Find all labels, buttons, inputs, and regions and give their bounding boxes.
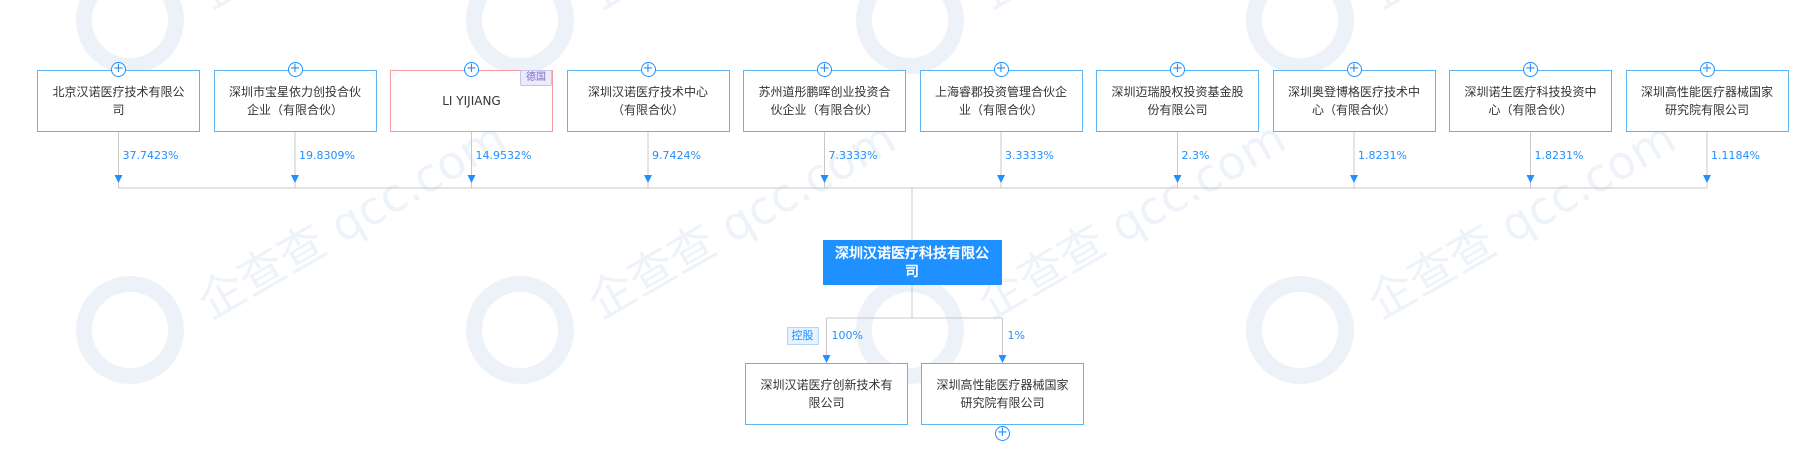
subsidiary-node[interactable]: 深圳高性能医疗器械国家研究院有限公司: [921, 363, 1084, 425]
expand-subsidiary-icon[interactable]: +: [995, 425, 1010, 441]
shareholder-name: 深圳高性能医疗器械国家研究院有限公司: [1640, 85, 1773, 117]
shareholder-node[interactable]: LI YIJIANG 德国: [390, 70, 553, 132]
arrow-head: [1173, 175, 1182, 183]
shareholder-node[interactable]: 北京汉诺医疗技术有限公司: [37, 70, 200, 132]
shareholder-name: 深圳诺生医疗科技投资中心（有限合伙）: [1464, 85, 1597, 117]
arrow-head: [291, 175, 299, 183]
expand-shareholder-icon[interactable]: +: [1346, 61, 1362, 77]
shareholding-percent: 1.8231%: [1534, 149, 1584, 162]
shareholder-name: 深圳市宝星依力创投合伙企业（有限合伙）: [228, 85, 361, 117]
shareholding-percent: 3.3333%: [1005, 149, 1054, 162]
shareholder-node[interactable]: 深圳奥登博格医疗技术中心（有限合伙）: [1272, 70, 1436, 132]
shareholder-name: 上海睿郡投资管理合伙企业（有限合伙）: [934, 85, 1067, 117]
expand-shareholder-icon[interactable]: +: [287, 61, 303, 77]
expand-shareholder-icon[interactable]: +: [817, 61, 832, 77]
arrow-head: [998, 355, 1007, 363]
expand-shareholder-icon[interactable]: +: [464, 61, 479, 77]
target-company-node[interactable]: 深圳汉诺医疗科技有限公司: [822, 240, 1002, 285]
shareholding-percent: 1.1184%: [1711, 149, 1760, 162]
shareholding-percent: 1.8231%: [1358, 149, 1407, 162]
subsidiary-node[interactable]: 深圳汉诺医疗创新技术有限公司: [745, 363, 908, 425]
expand-shareholder-icon[interactable]: +: [1699, 61, 1715, 77]
shareholder-name: 深圳迈瑞股权投资基金股份有限公司: [1111, 85, 1244, 117]
subsidiary-name: 深圳高性能医疗器械国家研究院有限公司: [936, 378, 1069, 410]
shareholder-name: LI YIJIANG: [442, 94, 501, 108]
subsidiary-name: 深圳汉诺医疗创新技术有限公司: [760, 378, 893, 410]
shareholding-percent: 14.9532%: [475, 149, 532, 162]
arrow-head: [820, 175, 829, 183]
shareholder-name: 苏州道彤鹏晖创业投资合伙企业（有限合伙）: [758, 85, 891, 117]
shareholding-percent: 2.3%: [1181, 149, 1210, 162]
arrow-head: [997, 175, 1005, 183]
arrow-head: [822, 355, 831, 363]
expand-shareholder-icon[interactable]: +: [640, 61, 656, 77]
shareholding-percent: 7.3333%: [828, 149, 878, 162]
shareholding-percent: 9.7424%: [652, 149, 701, 162]
expand-shareholder-icon[interactable]: +: [1523, 61, 1538, 77]
shareholder-name: 北京汉诺医疗技术有限公司: [52, 85, 185, 117]
arrow-head: [644, 175, 652, 183]
shareholding-percent: 19.8309%: [299, 149, 355, 162]
holding-badge: 控股: [786, 327, 819, 345]
arrow-head: [1526, 175, 1535, 183]
arrow-head: [1350, 175, 1358, 183]
shareholder-node[interactable]: 上海睿郡投资管理合伙企业（有限合伙）: [919, 70, 1083, 132]
nationality-badge: 德国: [520, 70, 552, 86]
expand-shareholder-icon[interactable]: +: [111, 61, 126, 77]
shareholding-percent: 100%: [831, 329, 863, 342]
shareholding-percent: 37.7423%: [122, 149, 179, 162]
shareholder-node[interactable]: 深圳市宝星依力创投合伙企业（有限合伙）: [213, 70, 377, 132]
arrow-head: [467, 175, 476, 183]
arrow-head: [1703, 175, 1711, 183]
arrow-head: [114, 175, 123, 183]
target-company-name: 深圳汉诺医疗科技有限公司: [835, 245, 989, 280]
shareholder-name: 深圳汉诺医疗技术中心（有限合伙）: [587, 85, 708, 117]
shareholder-name: 深圳奥登博格医疗技术中心（有限合伙）: [1287, 85, 1420, 117]
shareholder-node[interactable]: 深圳高性能医疗器械国家研究院有限公司: [1625, 70, 1789, 132]
shareholder-node[interactable]: 深圳汉诺医疗技术中心（有限合伙）: [566, 70, 730, 132]
shareholder-node[interactable]: 苏州道彤鹏晖创业投资合伙企业（有限合伙）: [743, 70, 906, 132]
expand-shareholder-icon[interactable]: +: [993, 61, 1009, 77]
expand-shareholder-icon[interactable]: +: [1170, 61, 1185, 77]
shareholding-percent: 1%: [1007, 329, 1025, 342]
shareholder-node[interactable]: 深圳诺生医疗科技投资中心（有限合伙）: [1449, 70, 1612, 132]
shareholder-node[interactable]: 深圳迈瑞股权投资基金股份有限公司: [1096, 70, 1259, 132]
